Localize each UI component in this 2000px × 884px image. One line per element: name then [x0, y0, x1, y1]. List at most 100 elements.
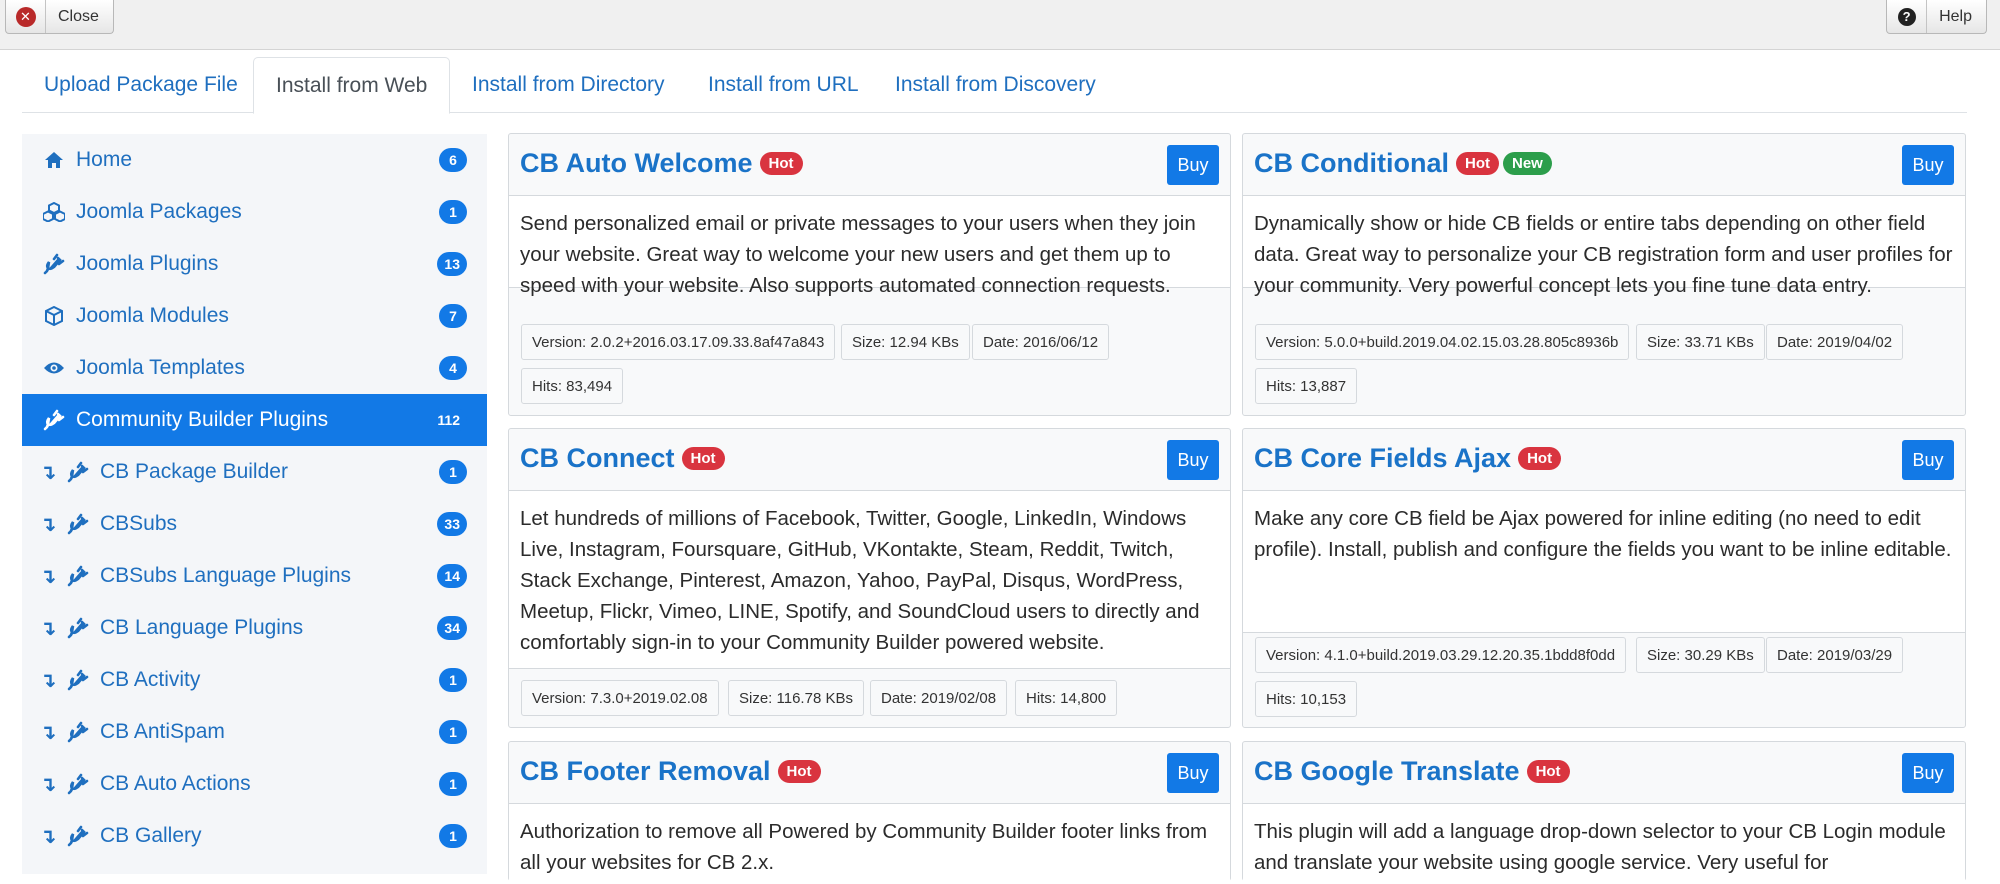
hits-tag: Hits: 14,800	[1015, 680, 1118, 716]
extension-title-link[interactable]: CB Core Fields Ajax	[1254, 443, 1511, 474]
sidebar-item-cb-language-plugins[interactable]: ↴ CB Language Plugins 34	[22, 602, 487, 654]
toolbar: ✕ Close ? Help	[0, 0, 2000, 50]
sub-arrow-icon: ↴	[39, 565, 57, 588]
plug-icon	[66, 824, 90, 848]
count-badge: 13	[437, 252, 467, 276]
plug-icon	[42, 252, 66, 276]
sidebar-item-label: Joomla Templates	[76, 356, 245, 379]
sidebar-item-cb-auto-actions[interactable]: ↴ CB Auto Actions 1	[22, 758, 487, 810]
count-badge: 1	[439, 200, 467, 224]
sidebar-item-label: CB Auto Actions	[100, 772, 251, 795]
hits-tag: Hits: 83,494	[521, 368, 624, 404]
tab-install-from-web[interactable]: Install from Web	[253, 57, 451, 114]
sidebar-item-cb-package-builder[interactable]: ↴ CB Package Builder 1	[22, 446, 487, 498]
size-tag: Size: 116.78 KBs	[728, 680, 864, 716]
date-tag: Date: 2019/04/02	[1766, 324, 1904, 360]
close-button-label: Close	[58, 7, 99, 25]
tab-install-from-directory[interactable]: Install from Directory	[450, 57, 687, 113]
extension-card: CB Conditional Hot New Buy Dynamically s…	[1242, 133, 1966, 416]
extension-title-link[interactable]: CB Conditional	[1254, 148, 1449, 179]
count-badge: 112	[430, 408, 467, 432]
buy-button[interactable]: Buy	[1167, 145, 1219, 185]
extension-description: Dynamically show or hide CB fields or en…	[1243, 196, 1965, 297]
hot-badge: Hot	[1518, 447, 1562, 470]
help-button[interactable]: ? Help	[1886, 0, 1987, 34]
sidebar-item-joomla-packages[interactable]: Joomla Packages 1	[22, 186, 487, 238]
card-header: CB Conditional Hot New Buy	[1243, 134, 1965, 196]
buy-button[interactable]: Buy	[1167, 440, 1219, 480]
extension-title-link[interactable]: CB Footer Removal	[520, 756, 771, 787]
buy-button[interactable]: Buy	[1167, 753, 1219, 793]
extension-meta: Version: 5.0.0+build.2019.04.02.15.03.28…	[1243, 324, 1965, 414]
hits-tag: Hits: 13,887	[1255, 368, 1358, 404]
sidebar-item-joomla-plugins[interactable]: Joomla Plugins 13	[22, 238, 487, 290]
version-tag: Version: 2.0.2+2016.03.17.09.33.8af47a84…	[521, 324, 836, 360]
count-badge: 1	[439, 668, 467, 692]
close-button[interactable]: ✕ Close	[5, 0, 114, 34]
sub-arrow-icon: ↴	[39, 669, 57, 692]
count-badge: 6	[439, 148, 467, 172]
card-header: CB Connect Hot Buy	[509, 429, 1230, 491]
version-tag: Version: 7.3.0+2019.02.08	[521, 680, 719, 716]
extension-title-link[interactable]: CB Connect	[520, 443, 675, 474]
install-tabs: Upload Package File Install from Web Ins…	[22, 57, 1967, 114]
help-button-label: Help	[1939, 7, 1972, 25]
count-badge: 33	[437, 512, 467, 536]
sub-arrow-icon: ↴	[39, 461, 57, 484]
eye-icon	[42, 356, 66, 380]
hot-badge: Hot	[759, 152, 803, 175]
sidebar-item-home[interactable]: Home 6	[22, 134, 487, 186]
sidebar-item-label: Home	[76, 148, 133, 171]
sidebar-item-cb-activity[interactable]: ↴ CB Activity 1	[22, 654, 487, 706]
card-header: CB Footer Removal Hot Buy	[509, 742, 1230, 804]
buy-button[interactable]: Buy	[1902, 145, 1954, 185]
sidebar-item-label: CB AntiSpam	[100, 720, 225, 743]
plug-icon	[42, 408, 66, 432]
sidebar-item-cbsubs-language-plugins[interactable]: ↴ CBSubs Language Plugins 14	[22, 550, 487, 602]
tab-install-from-discovery[interactable]: Install from Discovery	[873, 57, 1118, 113]
home-icon	[42, 148, 66, 172]
extension-title-link[interactable]: CB Google Translate	[1254, 756, 1520, 787]
size-tag: Size: 30.29 KBs	[1636, 637, 1765, 673]
extension-card: CB Footer Removal Hot Buy Authorization …	[508, 741, 1231, 884]
sidebar-item-label: Joomla Plugins	[76, 252, 219, 275]
sidebar-item-cb-gallery[interactable]: ↴ CB Gallery 1	[22, 810, 487, 862]
hits-tag: Hits: 10,153	[1255, 681, 1358, 717]
extension-meta: Version: 7.3.0+2019.02.08 Size: 116.78 K…	[509, 680, 1230, 720]
plug-icon	[66, 460, 90, 484]
plug-icon	[66, 616, 90, 640]
count-badge: 7	[439, 304, 467, 328]
sub-arrow-icon: ↴	[39, 825, 57, 848]
sidebar-item-label: Joomla Packages	[76, 200, 242, 223]
hot-badge: Hot	[1455, 152, 1499, 175]
sidebar-item-label: CB Gallery	[100, 824, 202, 847]
extension-description: Send personalized email or private messa…	[509, 196, 1230, 297]
cubes-icon	[42, 200, 66, 224]
sub-arrow-icon: ↴	[39, 773, 57, 796]
extension-description: This plugin will add a language drop-dow…	[1243, 804, 1965, 884]
sidebar-item-joomla-templates[interactable]: Joomla Templates 4	[22, 342, 487, 394]
card-header: CB Google Translate Hot Buy	[1243, 742, 1965, 804]
sidebar-item-cb-antispam[interactable]: ↴ CB AntiSpam 1	[22, 706, 487, 758]
extension-meta: Version: 4.1.0+build.2019.03.29.12.20.35…	[1243, 637, 1965, 727]
date-tag: Date: 2016/06/12	[972, 324, 1110, 360]
buy-button[interactable]: Buy	[1902, 440, 1954, 480]
sidebar-item-label: Joomla Modules	[76, 304, 229, 327]
version-tag: Version: 4.1.0+build.2019.03.29.12.20.35…	[1255, 637, 1627, 673]
sub-arrow-icon: ↴	[39, 513, 57, 536]
card-header: CB Core Fields Ajax Hot Buy	[1243, 429, 1965, 491]
sidebar-item-community-builder-plugins[interactable]: Community Builder Plugins 112	[22, 394, 487, 446]
count-badge: 1	[439, 772, 467, 796]
cube-icon	[42, 304, 66, 328]
extension-card: CB Auto Welcome Hot Buy Send personalize…	[508, 133, 1231, 416]
extension-description: Let hundreds of millions of Facebook, Tw…	[509, 491, 1230, 669]
count-badge: 1	[439, 720, 467, 744]
sidebar-item-cbsubs[interactable]: ↴ CBSubs 33	[22, 498, 487, 550]
sidebar-item-joomla-modules[interactable]: Joomla Modules 7	[22, 290, 487, 342]
tab-install-from-url[interactable]: Install from URL	[686, 57, 881, 113]
extension-description: Authorization to remove all Powered by C…	[509, 804, 1230, 884]
extension-title-link[interactable]: CB Auto Welcome	[520, 148, 753, 179]
buy-button[interactable]: Buy	[1902, 753, 1954, 793]
tab-upload-package-file[interactable]: Upload Package File	[22, 57, 260, 113]
sub-arrow-icon: ↴	[39, 721, 57, 744]
